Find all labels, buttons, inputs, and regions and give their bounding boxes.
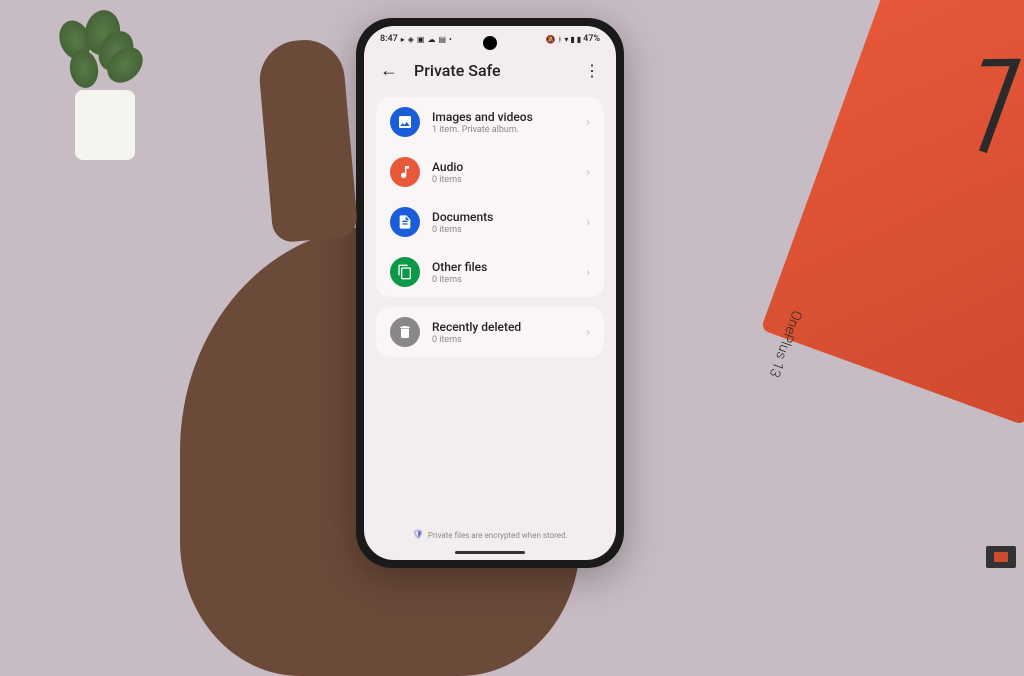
item-subtitle: 0 items [432,275,574,285]
category-audio[interactable]: Audio 0 items › [376,147,604,197]
images-icon [390,107,420,137]
camera-cutout [483,36,497,50]
trash-icon [390,317,420,347]
item-subtitle: 1 item. Private album. [432,125,574,135]
audio-icon [390,157,420,187]
thumb [256,37,358,244]
back-button[interactable]: ← [380,60,398,81]
documents-icon [390,207,420,237]
phone-screen: 8:47 ▸ ◈ ▣ ☁ ▤ • 🔕 ᚼ ▾ ▮ ▮ 47% ← Private… [364,26,616,560]
notification-icon: ▣ [417,35,425,44]
deleted-card: Recently deleted 0 items › [376,307,604,357]
chevron-right-icon: › [586,265,590,279]
notification-icon: ▤ [438,35,446,44]
item-title: Documents [432,210,574,224]
gesture-bar[interactable] [455,551,525,554]
categories-card: Images and videos 1 item. Private album.… [376,97,604,297]
status-time: 8:47 [380,34,398,44]
chevron-right-icon: › [586,325,590,339]
item-title: Recently deleted [432,320,574,334]
category-images-videos[interactable]: Images and videos 1 item. Private album.… [376,97,604,147]
page-title: Private Safe [414,61,568,80]
wifi-icon: ▾ [564,35,568,44]
item-subtitle: 0 items [432,175,574,185]
watermark-logo [986,546,1016,568]
signal-icon: ▮ [570,35,574,44]
box-brand-text: OnePlus 13 [766,308,805,379]
chevron-right-icon: › [586,215,590,229]
battery-percent: 47% [583,34,600,44]
recently-deleted[interactable]: Recently deleted 0 items › [376,307,604,357]
notification-icon: • [449,35,452,44]
item-title: Audio [432,160,574,174]
plant-decoration [40,0,160,160]
notification-icon: ▸ [401,35,405,44]
chevron-right-icon: › [586,115,590,129]
item-title: Other files [432,260,574,274]
category-other-files[interactable]: Other files 0 items › [376,247,604,297]
chevron-right-icon: › [586,165,590,179]
files-icon [390,257,420,287]
item-title: Images and videos [432,110,574,124]
category-documents[interactable]: Documents 0 items › [376,197,604,247]
bluetooth-icon: ᚼ [558,35,563,44]
box-number-text: 13 [934,27,1024,212]
menu-button[interactable]: ⋮ [584,61,600,80]
phone-frame: 8:47 ▸ ◈ ▣ ☁ ▤ • 🔕 ᚼ ▾ ▮ ▮ 47% ← Private… [356,18,624,568]
battery-icon: ▮ [577,35,581,44]
item-subtitle: 0 items [432,335,574,345]
notification-icon: ◈ [408,35,414,44]
footer-note: 🛡 Private files are encrypted when store… [364,530,616,540]
footer-text: Private files are encrypted when stored. [428,531,568,540]
item-subtitle: 0 items [432,225,574,235]
notification-icon: ☁ [427,35,435,44]
notification-mute-icon: 🔕 [546,35,556,44]
shield-icon: 🛡 [412,530,423,540]
app-header: ← Private Safe ⋮ [364,48,616,97]
product-box: OnePlus 13 13 [761,0,1024,425]
